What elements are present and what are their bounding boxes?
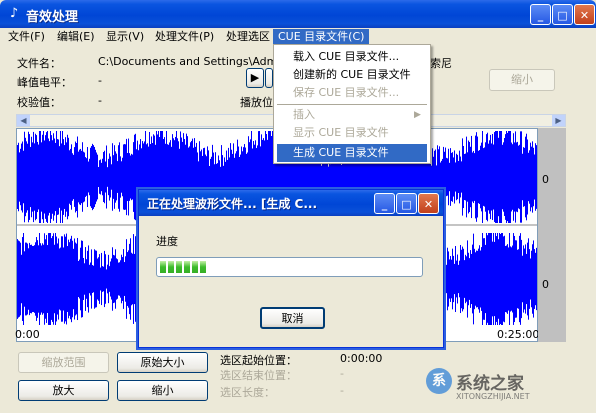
dialog-maximize-icon[interactable]: □: [396, 193, 417, 214]
menu-process-selection[interactable]: 处理选区: [221, 29, 275, 45]
selection-start-value: 0:00:00: [340, 352, 383, 365]
channel-1-zero-label: 0: [542, 173, 549, 186]
peak-label: 峰值电平：: [17, 76, 72, 89]
position-label: 播放位: [240, 96, 273, 109]
scroll-left-icon[interactable]: ◀: [17, 115, 30, 126]
progress-bar: [156, 257, 423, 277]
dialog-titlebar[interactable]: 正在处理波形文件... [生成 C... _ □ ✕: [139, 190, 443, 216]
filename-label: 文件名：: [17, 57, 61, 70]
selection-end-value: -: [340, 367, 344, 380]
channel-label-strip: 0 0: [538, 128, 566, 342]
time-end-label: 0:25:00: [497, 328, 540, 341]
checksum-label: 校验值：: [17, 96, 61, 109]
selection-end-label: 选区结束位置：: [220, 369, 297, 382]
menu-show-cue[interactable]: 显示 CUE 目录文件: [277, 124, 427, 142]
pause-button[interactable]: [265, 68, 273, 88]
progress-block: [168, 261, 174, 273]
dialog-close-icon[interactable]: ✕: [418, 193, 439, 214]
selection-length-value: -: [340, 384, 344, 397]
selection-length-label: 选区长度：: [220, 386, 275, 399]
filename-value: C:\Documents and Settings\Administrator: [98, 55, 275, 68]
selection-start-label: 选区起始位置：: [220, 354, 297, 367]
peak-value: -: [98, 74, 102, 87]
menu-generate-cue[interactable]: 生成 CUE 目录文件: [277, 144, 427, 162]
progress-label: 进度: [156, 235, 178, 248]
speaker-icon: ♪: [9, 6, 19, 21]
progress-block: [192, 261, 198, 273]
submenu-arrow-icon: ▶: [414, 110, 421, 120]
watermark-text: 系统之家: [456, 374, 524, 394]
progress-dialog: 正在处理波形文件... [生成 C... _ □ ✕ 进度 取消: [138, 189, 444, 348]
menu-load-cue[interactable]: 载入 CUE 目录文件...: [277, 48, 427, 66]
cue-menu-dropdown: 载入 CUE 目录文件... 创建新的 CUE 目录文件 保存 CUE 目录文件…: [273, 44, 431, 164]
zoom-range-button[interactable]: 缩放范围: [18, 352, 109, 373]
original-size-button[interactable]: 原始大小: [117, 352, 208, 373]
window-title: 音效处理: [26, 10, 79, 25]
shrink-top-button[interactable]: 缩小: [489, 69, 555, 91]
menu-file[interactable]: 文件(F): [3, 29, 50, 45]
progress-block: [184, 261, 190, 273]
menu-save-cue[interactable]: 保存 CUE 目录文件...: [277, 84, 427, 102]
filename-tail: 索尼: [430, 57, 452, 70]
checksum-value: -: [98, 94, 102, 107]
menu-insert[interactable]: 插入: [277, 106, 427, 124]
maximize-icon[interactable]: □: [552, 4, 573, 25]
menu-view[interactable]: 显示(V): [101, 29, 149, 45]
watermark-logo-icon: 系: [426, 368, 452, 394]
time-start-label: 0:00: [15, 328, 40, 341]
menu-edit[interactable]: 编辑(E): [52, 29, 100, 45]
dialog-minimize-icon[interactable]: _: [374, 193, 395, 214]
play-button[interactable]: ▶: [246, 68, 264, 88]
progress-block: [200, 261, 206, 273]
progress-block: [176, 261, 182, 273]
cancel-button[interactable]: 取消: [260, 307, 325, 329]
dialog-title: 正在处理波形文件... [生成 C...: [147, 197, 317, 211]
watermark-url: XITONGZHIJIA.NET: [456, 392, 530, 401]
close-icon[interactable]: ✕: [574, 4, 595, 25]
zoom-in-button[interactable]: 放大: [18, 380, 109, 401]
menu-separator: [277, 104, 427, 105]
progress-block: [160, 261, 166, 273]
window-titlebar[interactable]: ♪ 音效处理 _ □ ✕: [0, 0, 596, 28]
scroll-right-icon[interactable]: ▶: [552, 115, 565, 126]
menu-process-file[interactable]: 处理文件(P): [150, 29, 219, 45]
menu-create-cue[interactable]: 创建新的 CUE 目录文件: [277, 66, 427, 84]
menu-cue[interactable]: CUE 目录文件(C): [273, 29, 370, 45]
minimize-icon[interactable]: _: [530, 4, 551, 25]
zoom-out-button[interactable]: 缩小: [117, 380, 208, 401]
channel-2-zero-label: 0: [542, 278, 549, 291]
